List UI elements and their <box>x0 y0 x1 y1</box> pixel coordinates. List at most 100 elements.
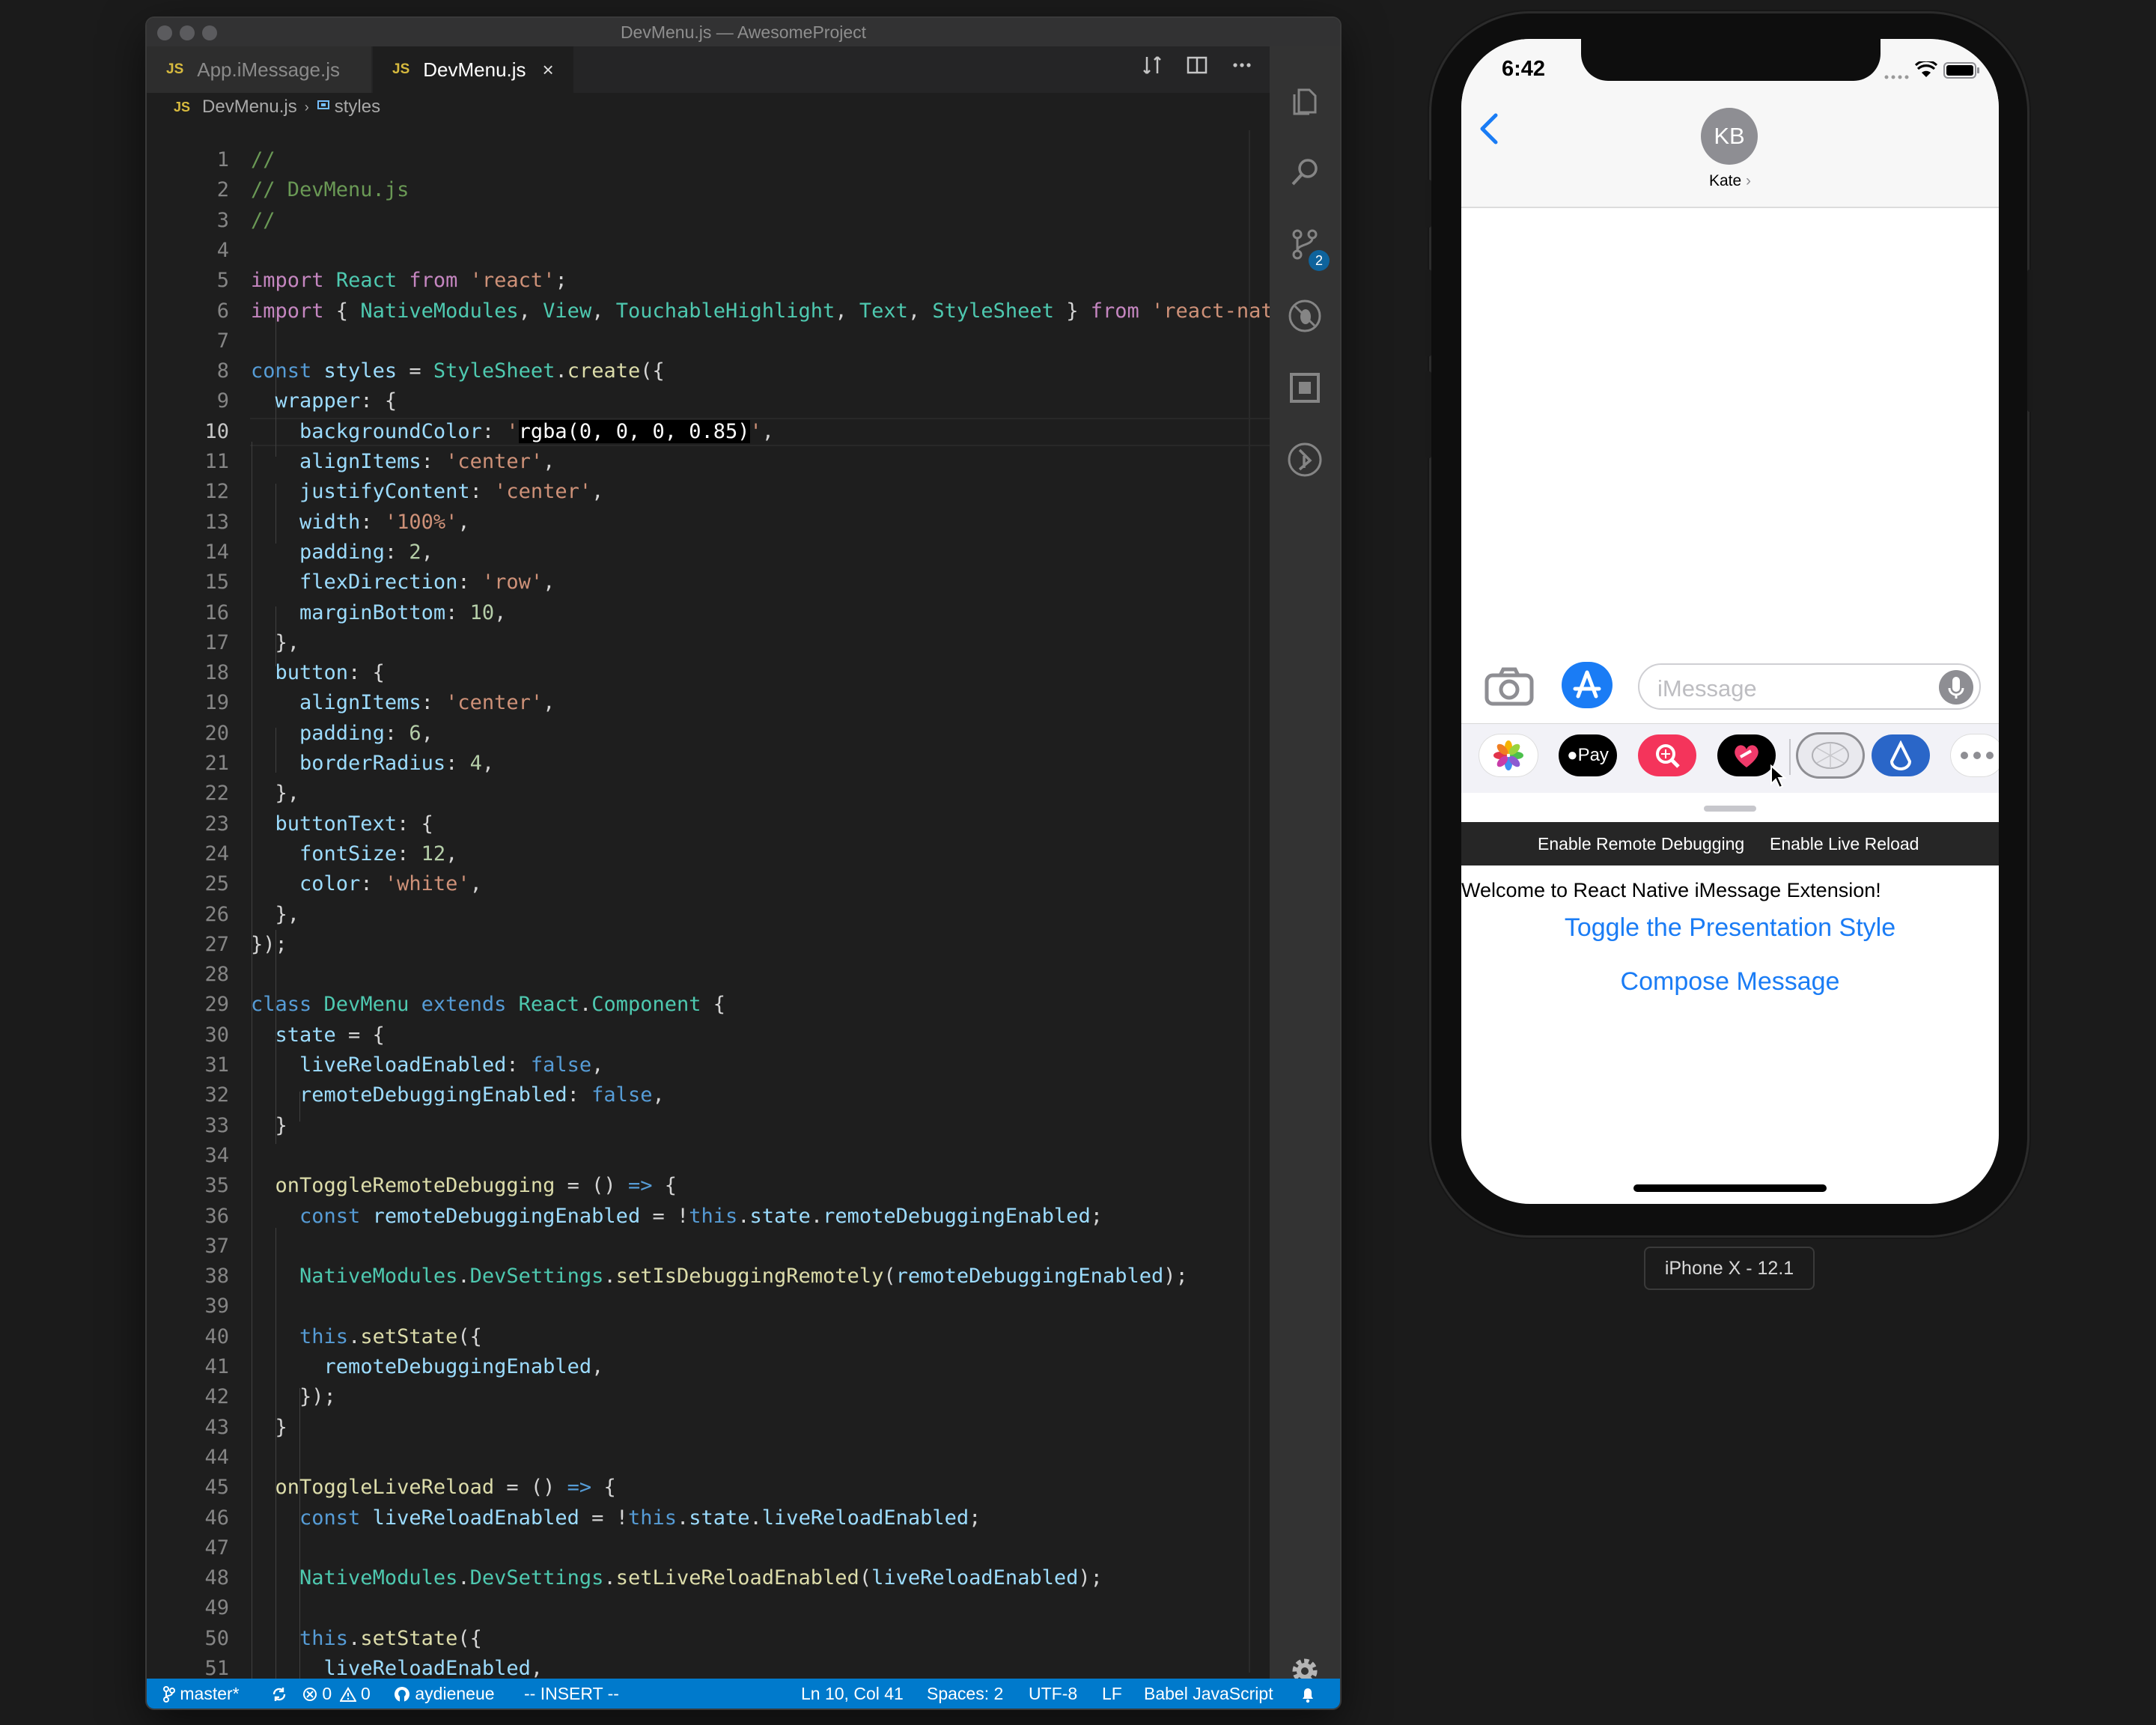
sync-icon[interactable] <box>271 1679 287 1709</box>
contact-chevron-icon: › <box>1746 172 1752 189</box>
microphone-icon[interactable] <box>1939 670 1973 705</box>
tab-label: DevMenu.js <box>423 58 526 81</box>
line-number: 17 <box>204 630 229 654</box>
line-number: 3 <box>216 208 229 232</box>
sheet-grabber[interactable] <box>1461 800 1999 822</box>
activity-bar: 2 <box>1270 46 1340 1694</box>
branch-name: master* <box>180 1684 240 1703</box>
code-line: borderRadius: 4, <box>299 752 495 775</box>
source-control-badge: 2 <box>1309 250 1330 271</box>
problems-indicator[interactable]: 0 0 <box>302 1679 371 1709</box>
compose-message-button[interactable]: Compose Message <box>1461 967 1999 997</box>
code-line: fontSize: 12, <box>299 842 458 865</box>
line-number: 7 <box>216 329 229 353</box>
search-icon[interactable] <box>1270 142 1340 202</box>
line-number: 27 <box>204 932 229 956</box>
line-number: 48 <box>204 1566 229 1590</box>
volume-down-button <box>1425 371 1431 458</box>
digital-touch-icon[interactable] <box>1798 734 1863 776</box>
app-store-icon[interactable] <box>1562 662 1613 708</box>
code-line: liveReloadEnabled: false, <box>299 1053 604 1077</box>
explorer-icon[interactable] <box>1270 72 1340 132</box>
cellular-signal-icon <box>1884 70 1910 85</box>
source-control-icon[interactable]: 2 <box>1270 214 1340 274</box>
code-line: button: { <box>275 661 385 685</box>
code-line: remoteDebuggingEnabled: false, <box>299 1083 665 1107</box>
code-line: buttonText: { <box>275 812 433 836</box>
search-images-icon[interactable] <box>1638 734 1696 776</box>
code-line: import React from 'react'; <box>251 269 567 293</box>
line-number: 16 <box>204 600 229 624</box>
heart-sticker-icon[interactable] <box>1717 734 1776 776</box>
code-line: wrapper: { <box>275 389 398 413</box>
line-number: 24 <box>204 842 229 865</box>
code-line: class DevMenu extends React.Component { <box>251 993 726 1017</box>
github-icon <box>395 1687 409 1702</box>
remote-icon[interactable] <box>1270 430 1340 490</box>
code-line: flexDirection: 'row', <box>299 571 555 594</box>
close-tab-icon[interactable]: × <box>543 58 554 82</box>
wifi-icon <box>1914 59 1938 83</box>
code-line: this.setState({ <box>299 1324 482 1348</box>
line-number: 6 <box>216 299 229 323</box>
avatar[interactable]: KB <box>1701 108 1758 165</box>
line-number: 29 <box>204 993 229 1017</box>
photos-app-icon[interactable] <box>1479 734 1538 776</box>
code-line: }, <box>251 630 300 654</box>
apple-pay-icon[interactable]: ● Pay <box>1559 734 1617 776</box>
line-number: 36 <box>204 1204 229 1228</box>
cursor-position[interactable]: Ln 10, Col 41 <box>801 1679 904 1709</box>
welcome-text: Welcome to React Native iMessage Extensi… <box>1461 879 1881 901</box>
breadcrumb-file[interactable]: DevMenu.js <box>202 97 297 118</box>
end-of-line[interactable]: LF <box>1102 1679 1122 1709</box>
line-number: 23 <box>204 812 229 836</box>
line-number: 47 <box>204 1536 229 1560</box>
drawer-divider <box>1789 739 1791 775</box>
imessage-input[interactable]: iMessage <box>1638 663 1981 710</box>
editor-scrollbar[interactable] <box>1249 130 1250 1673</box>
extensions-icon[interactable] <box>1270 358 1340 418</box>
camera-icon[interactable] <box>1484 665 1535 711</box>
code-line: padding: 2, <box>299 540 433 564</box>
line-number: 18 <box>204 661 229 685</box>
code-editor[interactable]: 1 2 3 4 5 6 7 8 9 10 11 12 13 14 15 16 17 18 19 20 21 22 23 24 2… <box>147 145 1270 1691</box>
tab-label: App.iMessage.js <box>197 58 341 81</box>
code-line: alignItems: 'center', <box>299 691 555 715</box>
branch-indicator[interactable]: master* <box>163 1679 240 1709</box>
enable-remote-debugging-button[interactable]: Enable Remote Debugging <box>1538 822 1744 865</box>
line-number: 42 <box>204 1385 229 1409</box>
more-actions-icon[interactable] <box>1223 46 1261 93</box>
app-extension-icon[interactable] <box>1872 734 1930 776</box>
compare-changes-icon[interactable] <box>1133 46 1171 93</box>
line-number: 38 <box>204 1265 229 1289</box>
dev-menu-bar: Enable Remote Debugging Enable Live Relo… <box>1461 822 1999 865</box>
toggle-presentation-style-button[interactable]: Toggle the Presentation Style <box>1461 913 1999 943</box>
js-file-icon: JS <box>392 61 410 77</box>
tab-devmenu[interactable]: JS DevMenu.js × <box>373 46 573 93</box>
enable-live-reload-button[interactable]: Enable Live Reload <box>1770 822 1919 865</box>
indentation[interactable]: Spaces: 2 <box>927 1679 1003 1709</box>
code-line: this.setState({ <box>299 1626 482 1650</box>
github-user[interactable]: aydieneue <box>394 1679 495 1709</box>
window-title: DevMenu.js — AwesomeProject <box>620 22 867 42</box>
line-number: 13 <box>204 510 229 534</box>
code-line: }, <box>251 782 300 806</box>
line-number: 8 <box>216 359 229 383</box>
bell-icon[interactable] <box>1300 1679 1316 1709</box>
tab-app-imessage[interactable]: JS App.iMessage.js <box>147 46 371 93</box>
debug-icon[interactable] <box>1270 286 1340 346</box>
breadcrumb-symbol[interactable]: styles <box>335 97 380 118</box>
back-chevron-icon[interactable] <box>1476 111 1502 150</box>
language-mode[interactable]: Babel JavaScript <box>1144 1679 1273 1709</box>
line-number: 12 <box>204 480 229 504</box>
more-apps-icon[interactable] <box>1951 734 1999 776</box>
status-bar: master* 0 0 aydieneue -- INSERT -- Ln 10… <box>147 1679 1340 1709</box>
code-line: state = { <box>275 1023 385 1047</box>
tab-bar: JS App.iMessage.js JS DevMenu.js × <box>147 46 1270 93</box>
split-editor-icon[interactable] <box>1178 46 1216 93</box>
line-number: 31 <box>204 1053 229 1077</box>
encoding[interactable]: UTF-8 <box>1029 1679 1077 1709</box>
line-number: 33 <box>204 1113 229 1137</box>
home-indicator[interactable] <box>1633 1184 1827 1192</box>
contact-name[interactable]: Kate › <box>1461 172 1999 190</box>
